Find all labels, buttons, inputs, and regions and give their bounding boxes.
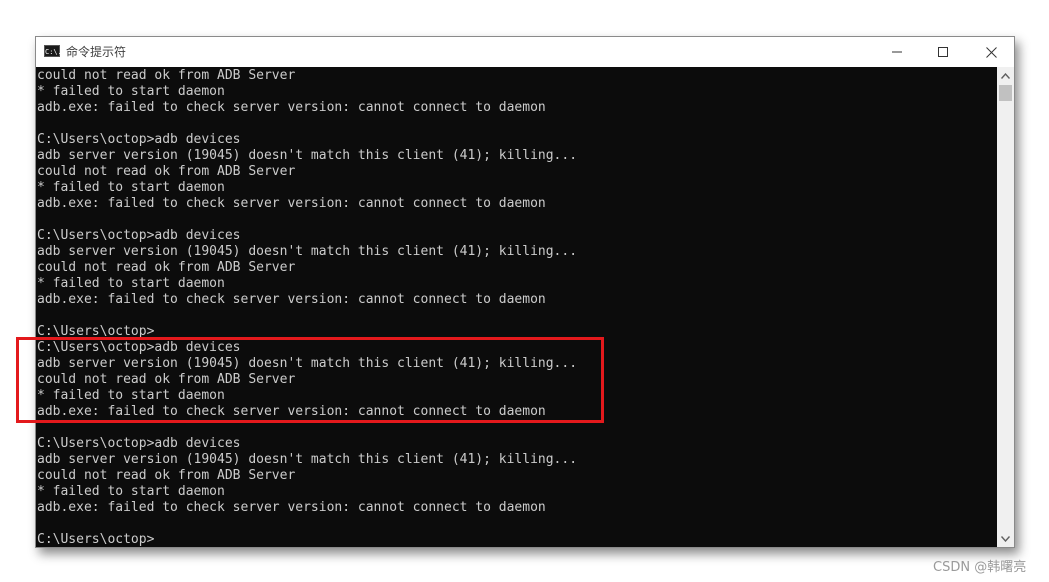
- console-line: C:\Users\octop>adb devices: [37, 436, 241, 451]
- console-line: adb.exe: failed to check server version:…: [37, 196, 546, 211]
- console-line: adb server version (19045) doesn't match…: [37, 452, 578, 467]
- console-output[interactable]: could not read ok from ADB Server * faile…: [36, 67, 997, 547]
- title-bar[interactable]: C:\. 命令提示符: [36, 37, 1014, 67]
- arrow-down-icon: [1001, 535, 1010, 542]
- close-button[interactable]: [968, 37, 1014, 67]
- console-line: adb.exe: failed to check server version:…: [37, 404, 546, 419]
- console-line: adb.exe: failed to check server version:…: [37, 292, 546, 307]
- maximize-button[interactable]: [920, 37, 966, 67]
- console-line: * failed to start daemon: [37, 84, 225, 99]
- minimize-button[interactable]: [874, 37, 920, 67]
- scroll-up-button[interactable]: [997, 67, 1014, 84]
- console-line: adb.exe: failed to check server version:…: [37, 500, 546, 515]
- vertical-scrollbar[interactable]: [997, 67, 1014, 547]
- console-line: * failed to start daemon: [37, 388, 225, 403]
- scroll-down-button[interactable]: [997, 530, 1014, 547]
- maximize-icon: [938, 47, 948, 57]
- cmd-icon: C:\.: [44, 45, 62, 57]
- console-line: C:\Users\octop>: [37, 324, 155, 339]
- console-line: could not read ok from ADB Server: [37, 68, 296, 83]
- console-line: * failed to start daemon: [37, 276, 225, 291]
- console-line: C:\Users\octop>adb devices: [37, 132, 241, 147]
- console-line: adb.exe: failed to check server version:…: [37, 100, 546, 115]
- minimize-icon: [892, 51, 902, 53]
- console-line: * failed to start daemon: [37, 180, 225, 195]
- console-line: C:\Users\octop>adb devices: [37, 340, 241, 355]
- console-line: adb server version (19045) doesn't match…: [37, 244, 578, 259]
- arrow-up-icon: [1001, 72, 1010, 79]
- console-line: adb server version (19045) doesn't match…: [37, 148, 578, 163]
- watermark: CSDN @韩曙亮: [933, 560, 1027, 575]
- console-line: * failed to start daemon: [37, 484, 225, 499]
- console-line: could not read ok from ADB Server: [37, 164, 296, 179]
- console-line: C:\Users\octop>: [37, 532, 155, 547]
- console-line: C:\Users\octop>adb devices: [37, 228, 241, 243]
- close-icon: [985, 46, 997, 58]
- console-line: could not read ok from ADB Server: [37, 372, 296, 387]
- console-line: could not read ok from ADB Server: [37, 260, 296, 275]
- console-line: adb server version (19045) doesn't match…: [37, 356, 578, 371]
- window-title: 命令提示符: [66, 45, 127, 59]
- scrollbar-thumb[interactable]: [999, 85, 1012, 101]
- console-line: could not read ok from ADB Server: [37, 468, 296, 483]
- cmd-window: C:\. 命令提示符 could not read ok from ADB Se…: [35, 36, 1015, 548]
